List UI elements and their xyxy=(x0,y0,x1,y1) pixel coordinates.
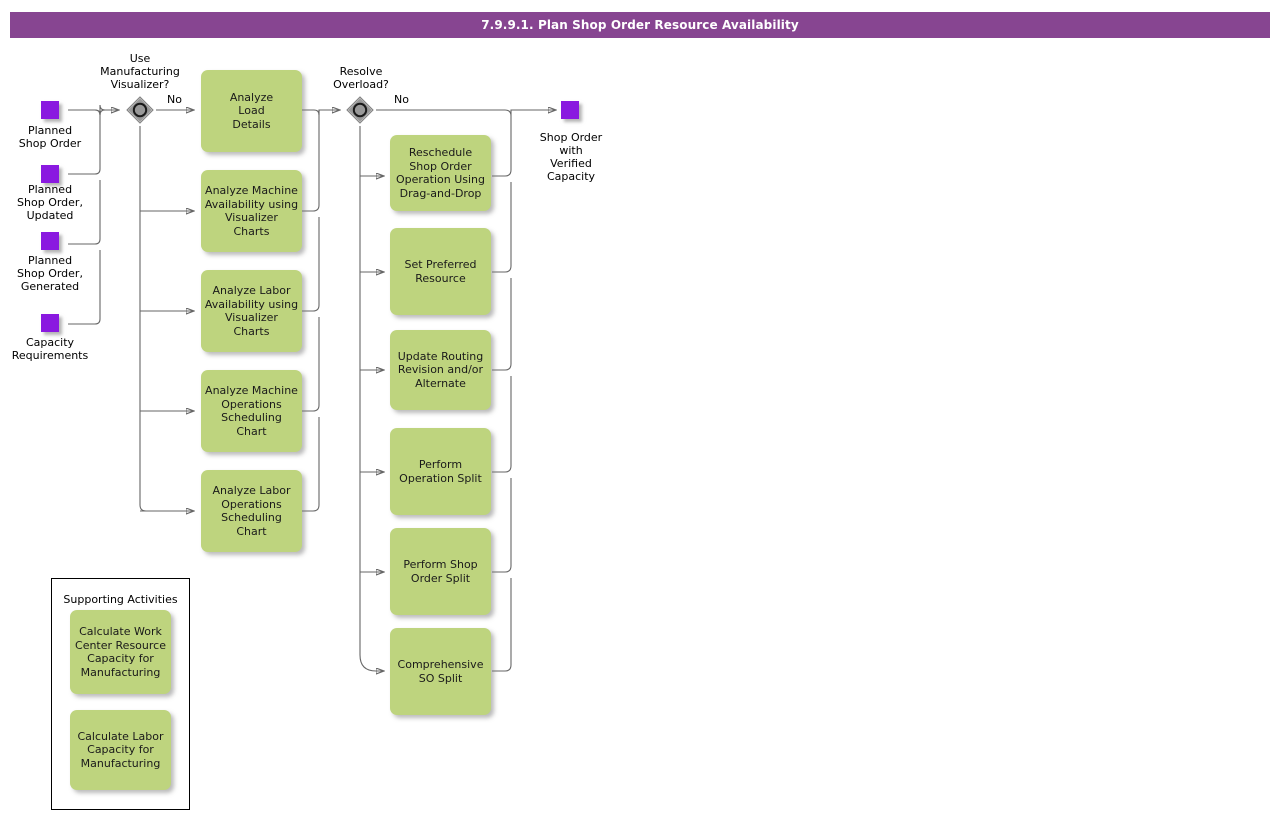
gateway-branch-label-no-1: No xyxy=(167,93,182,106)
supporting-activities-title: Supporting Activities xyxy=(63,593,178,606)
task-calculate-work-center-resource-capacity-for-manufacturing[interactable]: Calculate Work Center Resource Capacity … xyxy=(70,610,171,694)
task-analyze-machine-availability-visualizer-charts[interactable]: Analyze Machine Availability using Visua… xyxy=(201,170,302,252)
task-label: Perform Operation Split xyxy=(399,458,482,485)
data-object-planned-shop-order-generated[interactable] xyxy=(41,232,59,250)
task-label: Analyze Labor Availability using Visuali… xyxy=(204,284,299,338)
gateway-branch-label-no-2: No xyxy=(394,93,409,106)
task-label: Perform Shop Order Split xyxy=(403,558,478,585)
task-label: Analyze Machine Operations Scheduling Ch… xyxy=(205,384,298,438)
data-object-label-shop-order-with-verified-capacity: Shop Order with Verified Capacity xyxy=(539,131,603,183)
task-update-routing-revision-alternate[interactable]: Update Routing Revision and/or Alternate xyxy=(390,330,491,410)
page-title-bar: 7.9.9.1. Plan Shop Order Resource Availa… xyxy=(10,12,1270,38)
data-object-shop-order-with-verified-capacity[interactable] xyxy=(561,101,579,119)
task-label: Analyze Labor Operations Scheduling Char… xyxy=(212,484,291,538)
diagram-canvas: 7.9.9.1. Plan Shop Order Resource Availa… xyxy=(0,0,1280,820)
data-object-planned-shop-order[interactable] xyxy=(41,101,59,119)
task-label: Analyze Machine Availability using Visua… xyxy=(204,184,299,238)
gateway-label-use-manufacturing-visualizer: Use Manufacturing Visualizer? xyxy=(100,52,180,91)
task-calculate-labor-capacity-for-manufacturing[interactable]: Calculate Labor Capacity for Manufacturi… xyxy=(70,710,171,790)
task-label: Set Preferred Resource xyxy=(404,258,477,285)
page-title: 7.9.9.1. Plan Shop Order Resource Availa… xyxy=(481,18,799,32)
task-analyze-labor-operations-scheduling-chart[interactable]: Analyze Labor Operations Scheduling Char… xyxy=(201,470,302,552)
task-label: Calculate Labor Capacity for Manufacturi… xyxy=(77,729,164,770)
task-comprehensive-so-split[interactable]: Comprehensive SO Split xyxy=(390,628,491,715)
task-label: Comprehensive SO Split xyxy=(397,658,484,685)
task-label: Reschedule Shop Order Operation Using Dr… xyxy=(395,146,486,200)
data-object-capacity-requirements[interactable] xyxy=(41,314,59,332)
connector-layer xyxy=(68,104,1280,820)
data-object-label-planned-shop-order-updated: Planned Shop Order, Updated xyxy=(17,183,83,222)
task-label: Analyze Load Details xyxy=(229,90,274,131)
task-perform-operation-split[interactable]: Perform Operation Split xyxy=(390,428,491,515)
task-analyze-machine-operations-scheduling-chart[interactable]: Analyze Machine Operations Scheduling Ch… xyxy=(201,370,302,452)
task-label: Calculate Work Center Resource Capacity … xyxy=(75,625,166,679)
task-label: Update Routing Revision and/or Alternate xyxy=(397,349,484,390)
task-reschedule-shop-order-operation-drag-and-drop[interactable]: Reschedule Shop Order Operation Using Dr… xyxy=(390,135,491,211)
gateway-label-resolve-overload: Resolve Overload? xyxy=(333,65,389,91)
data-object-label-planned-shop-order: Planned Shop Order xyxy=(18,124,82,150)
data-object-label-capacity-requirements: Capacity Requirements xyxy=(11,336,89,362)
gateway-resolve-overload[interactable] xyxy=(345,95,375,125)
task-analyze-load-details[interactable]: Analyze Load Details xyxy=(201,70,302,152)
gateway-use-manufacturing-visualizer[interactable] xyxy=(125,95,155,125)
task-analyze-labor-availability-visualizer-charts[interactable]: Analyze Labor Availability using Visuali… xyxy=(201,270,302,352)
task-set-preferred-resource[interactable]: Set Preferred Resource xyxy=(390,228,491,315)
data-object-label-planned-shop-order-generated: Planned Shop Order, Generated xyxy=(17,254,83,293)
data-object-planned-shop-order-updated[interactable] xyxy=(41,165,59,183)
task-perform-shop-order-split[interactable]: Perform Shop Order Split xyxy=(390,528,491,615)
